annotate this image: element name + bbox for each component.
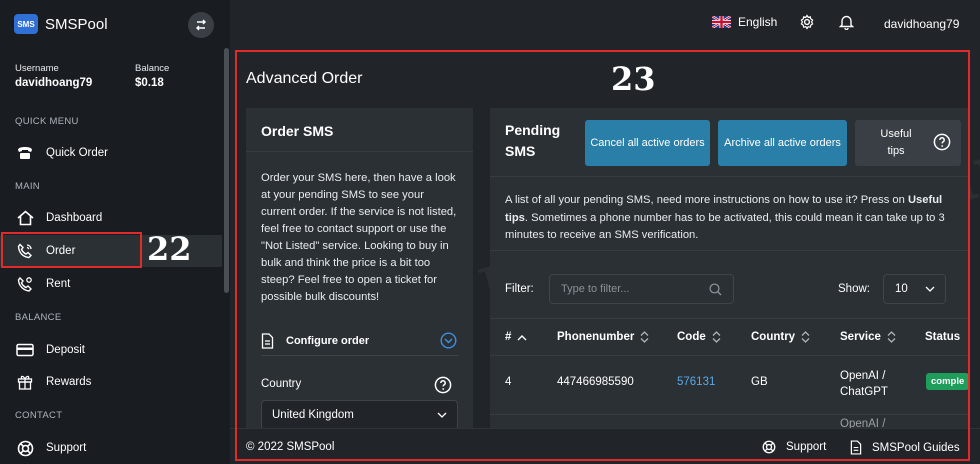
sidebar-item-label: Support bbox=[46, 442, 87, 454]
language-selector[interactable]: English bbox=[712, 15, 777, 29]
section-balance: BALANCE bbox=[15, 312, 62, 323]
sidebar-item-support[interactable]: Support bbox=[0, 432, 222, 464]
balance-label: Balance bbox=[135, 63, 170, 74]
section-quick-menu: QUICK MENU bbox=[15, 116, 79, 127]
phone-icon bbox=[15, 143, 35, 163]
sidebar-item-label: Deposit bbox=[46, 344, 85, 356]
annotation-label-main: 23 bbox=[611, 60, 656, 98]
brand[interactable]: SMS SMSPool bbox=[14, 14, 108, 34]
user-menu[interactable]: davidhoang79 bbox=[884, 17, 959, 31]
gear-icon bbox=[800, 14, 814, 30]
sidebar-item-label: Dashboard bbox=[46, 212, 103, 224]
section-main: MAIN bbox=[15, 181, 40, 192]
bell-icon bbox=[838, 15, 855, 31]
annotation-box-order bbox=[1, 232, 142, 268]
sidebar-item-label: Rewards bbox=[46, 376, 92, 388]
brand-name: SMSPool bbox=[45, 15, 108, 33]
sidebar-scrollbar[interactable] bbox=[224, 48, 229, 293]
swap-arrows-icon bbox=[196, 19, 206, 31]
sidebar-toggle-button[interactable] bbox=[188, 12, 214, 38]
sidebar-item-deposit[interactable]: Deposit bbox=[0, 334, 222, 366]
home-icon bbox=[15, 208, 35, 228]
username-label: Username bbox=[15, 63, 59, 74]
section-contact: CONTACT bbox=[15, 410, 63, 421]
gift-icon bbox=[15, 372, 35, 392]
card-icon bbox=[15, 340, 35, 360]
annotation-box-main bbox=[235, 50, 970, 461]
top-bar: English davidhoang79 bbox=[230, 0, 980, 48]
language-label: English bbox=[738, 15, 778, 29]
username-value: davidhoang79 bbox=[15, 77, 93, 89]
settings-button[interactable] bbox=[799, 14, 815, 35]
notifications-button[interactable] bbox=[838, 14, 855, 35]
sidebar-item-label: Rent bbox=[46, 278, 71, 290]
sidebar-item-rewards[interactable]: Rewards bbox=[0, 366, 222, 398]
sidebar-item-quick-order[interactable]: Quick Order bbox=[0, 137, 222, 169]
phone-location-icon bbox=[15, 274, 35, 294]
sidebar-item-rent[interactable]: Rent bbox=[0, 268, 222, 300]
user-info: Username davidhoang79 Balance $0.18 bbox=[15, 63, 215, 89]
lifebuoy-icon bbox=[15, 438, 35, 458]
annotation-label-order: 22 bbox=[147, 230, 192, 268]
brand-logo: SMS bbox=[14, 14, 38, 34]
uk-flag-icon bbox=[712, 16, 731, 28]
sidebar-item-label: Quick Order bbox=[46, 147, 108, 159]
balance-value: $0.18 bbox=[135, 77, 164, 89]
